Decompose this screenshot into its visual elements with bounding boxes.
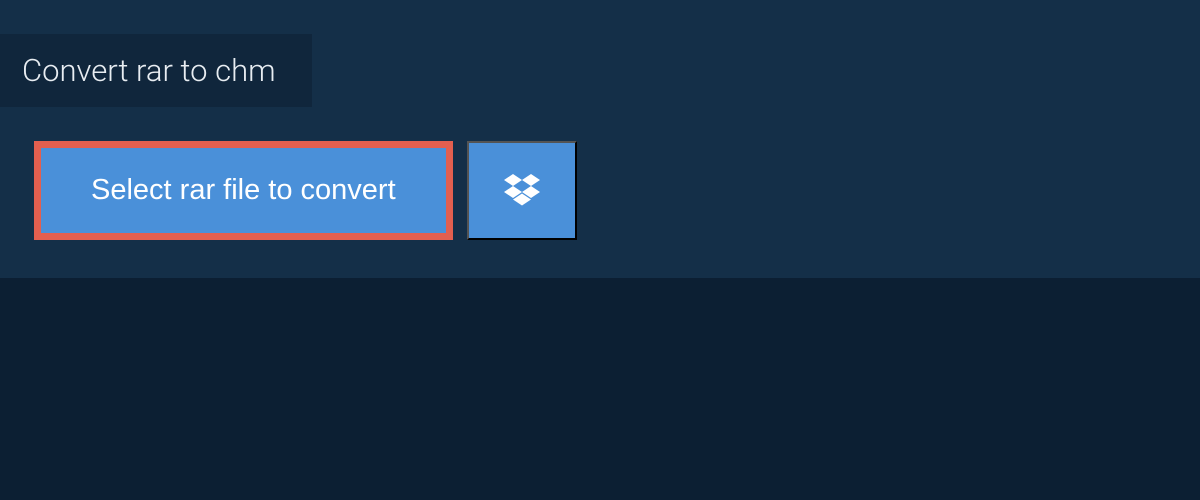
converter-panel: Convert rar to chm Select rar file to co… [0, 0, 1200, 278]
converter-tab: Convert rar to chm [0, 34, 312, 107]
dropbox-icon [504, 171, 540, 210]
button-row: Select rar file to convert [0, 107, 1200, 278]
tab-title: Convert rar to chm [22, 52, 276, 89]
select-file-button[interactable]: Select rar file to convert [34, 141, 453, 240]
select-file-label: Select rar file to convert [91, 174, 396, 207]
dropbox-button[interactable] [467, 141, 577, 240]
